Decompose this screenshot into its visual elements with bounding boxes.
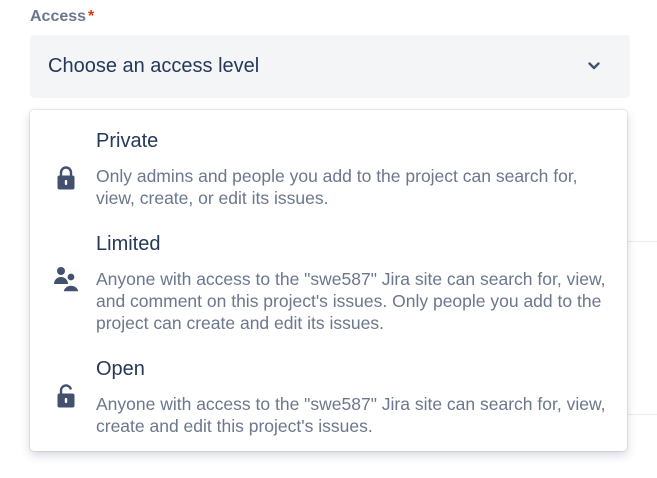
access-level-placeholder: Choose an access level [48, 55, 260, 77]
background-divider [627, 241, 657, 242]
option-open-title: Open [96, 358, 145, 380]
access-level-menu: Private Only admins and people you add t… [30, 110, 627, 451]
access-label-text: Access [30, 8, 87, 25]
option-limited-title: Limited [96, 233, 161, 255]
option-limited[interactable]: Limited Anyone with access to the "swe58… [30, 226, 627, 338]
option-limited-description: Anyone with access to the "swe587" Jira … [96, 269, 606, 333]
people-icon [54, 267, 80, 293]
required-marker: * [88, 8, 95, 25]
access-level-select[interactable]: Choose an access level [30, 35, 630, 98]
option-open[interactable]: Open Anyone with access to the "swe587" … [30, 350, 627, 442]
unlock-icon [57, 384, 75, 408]
option-private-title: Private [96, 130, 159, 152]
option-private[interactable]: Private Only admins and people you add t… [30, 122, 627, 218]
option-private-description: Only admins and people you add to the pr… [96, 166, 578, 208]
option-open-description: Anyone with access to the "swe587" Jira … [96, 394, 606, 436]
background-divider [627, 414, 657, 415]
access-level-form: Access * Choose an access level Private O… [0, 0, 657, 478]
lock-icon [57, 166, 75, 190]
chevron-down-icon [588, 62, 600, 70]
access-field-label: Access * [30, 8, 94, 26]
